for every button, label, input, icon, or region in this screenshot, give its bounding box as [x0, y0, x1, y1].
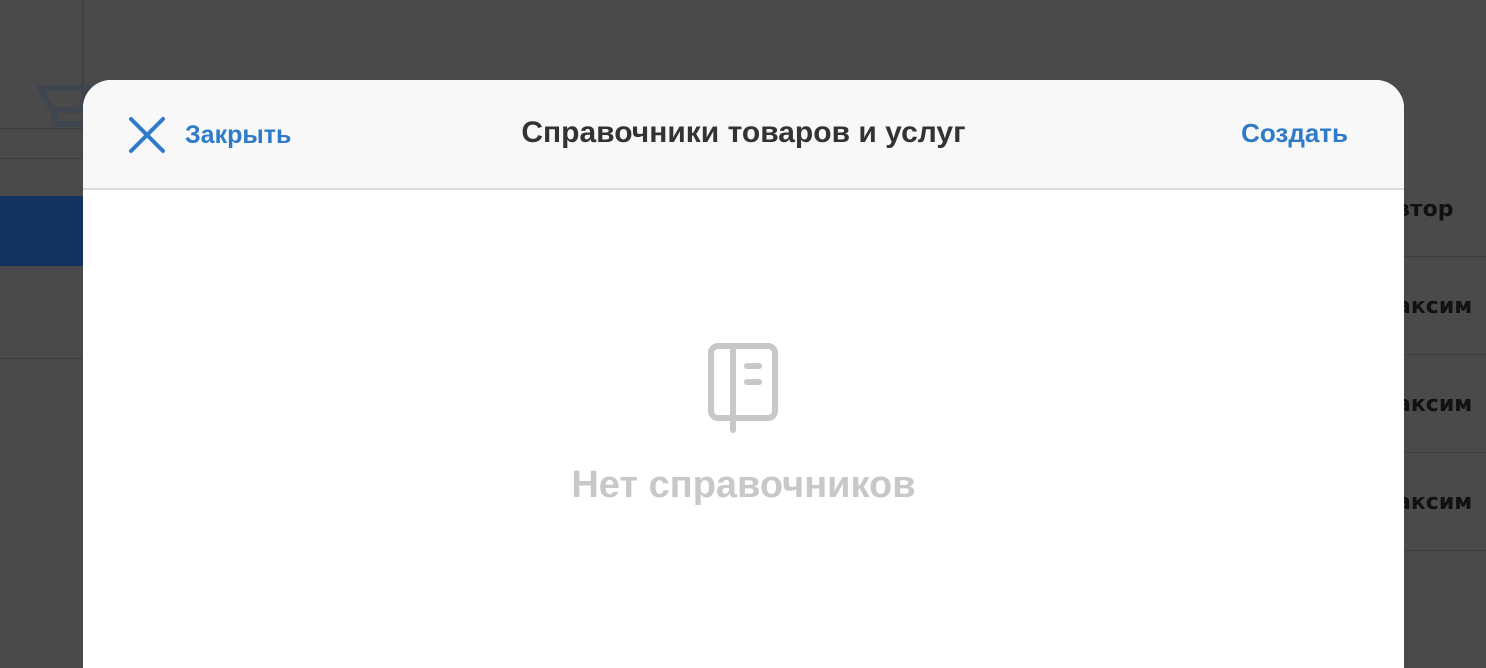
- divider: [0, 158, 83, 159]
- divider: [1404, 550, 1486, 551]
- table-cell-author: аксим: [1396, 490, 1473, 515]
- divider: [1404, 256, 1486, 257]
- table-cell-author: аксим: [1396, 294, 1473, 319]
- modal-header: Закрыть Справочники товаров и услуг Созд…: [83, 80, 1404, 190]
- empty-state: Нет справочников: [83, 342, 1404, 507]
- divider: [0, 128, 83, 129]
- table-header-author: втор: [1396, 197, 1454, 222]
- create-button[interactable]: Создать: [1241, 118, 1348, 149]
- empty-message: Нет справочников: [571, 464, 916, 506]
- catalogs-modal: Закрыть Справочники товаров и услуг Созд…: [83, 80, 1404, 668]
- modal-title: Справочники товаров и услуг: [521, 116, 966, 149]
- sidebar-item-active[interactable]: [0, 196, 83, 266]
- notebook-icon: [707, 343, 778, 433]
- divider: [0, 358, 83, 359]
- divider: [1404, 452, 1486, 453]
- table-cell-author: аксим: [1396, 392, 1473, 417]
- divider: [1404, 354, 1486, 355]
